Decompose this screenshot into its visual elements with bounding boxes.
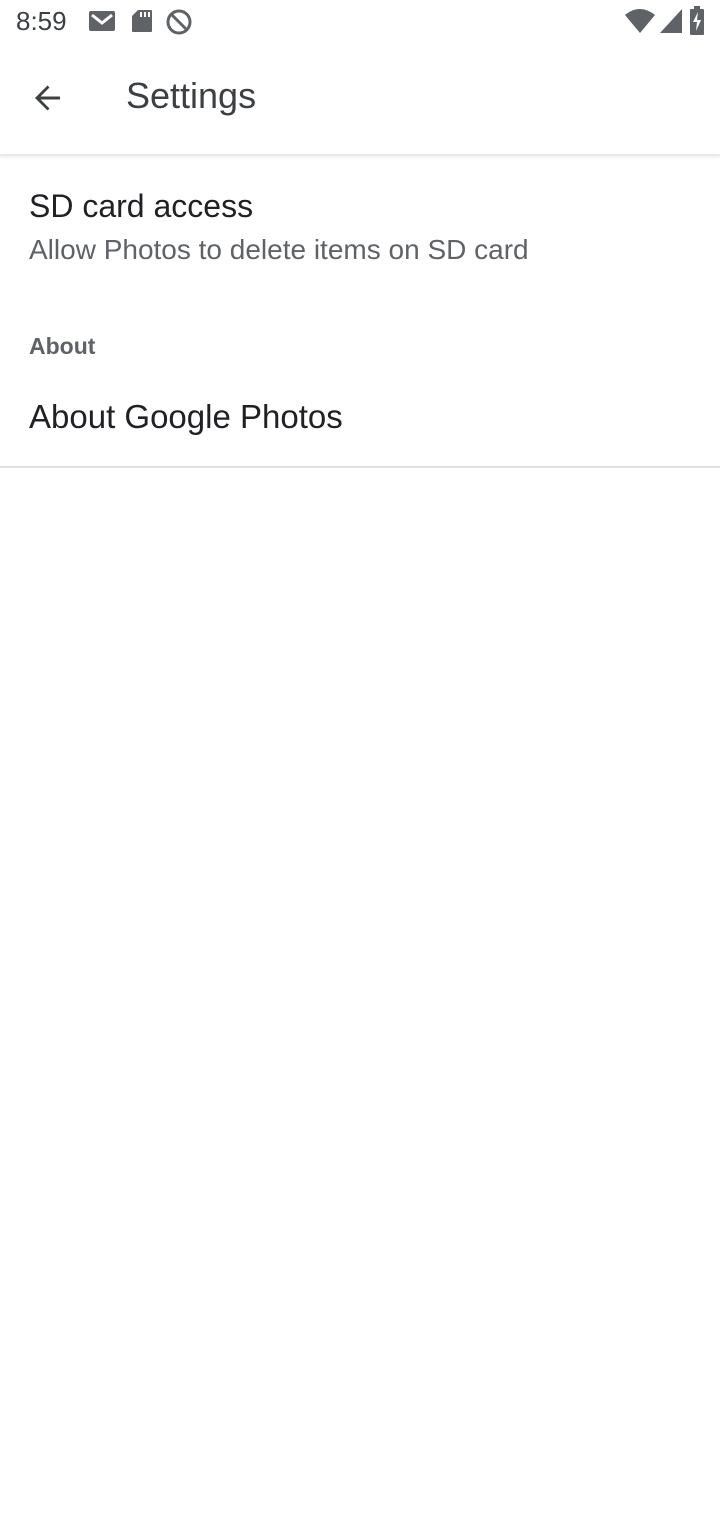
back-button[interactable] [16,68,80,132]
do-not-disturb-icon [165,8,193,41]
sd-card-icon [131,9,153,38]
sd-card-access-title: SD card access [29,188,254,224]
battery-icon [689,6,705,41]
status-time: 8:59 [16,6,67,36]
divider [0,466,720,468]
gmail-icon [88,10,116,37]
about-google-photos-item[interactable]: About Google Photos [0,380,720,464]
status-bar: 8:59 [0,0,720,44]
page-title: Settings [126,75,257,116]
wifi-icon [624,8,656,39]
sd-card-access-summary: Allow Photos to delete items on SD card [29,234,529,265]
sd-card-access-item[interactable]: SD card access Allow Photos to delete it… [0,160,720,300]
about-google-photos-title: About Google Photos [29,398,343,435]
arrow-back-icon [32,82,64,119]
signal-icon [659,8,683,39]
about-section-header: About [29,333,96,359]
app-bar: Settings [0,44,720,156]
